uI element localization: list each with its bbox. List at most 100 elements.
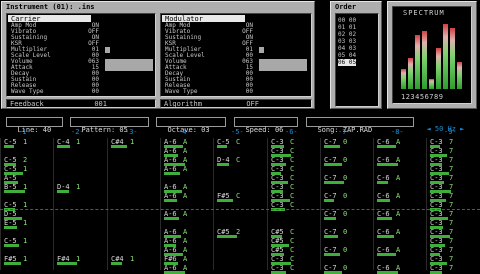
pattern-row[interactable]: D-4 C (214, 156, 266, 166)
instrument-cell[interactable]: A (396, 228, 400, 236)
pattern-row[interactable]: C-3 7 (427, 183, 479, 193)
pattern-row[interactable] (54, 264, 106, 273)
speed-control[interactable]: Speed: 06 (234, 117, 298, 134)
order-row[interactable]: 01 01 (338, 24, 356, 31)
channel-column[interactable]: C#4 1 C#4 1 (107, 138, 160, 270)
order-row[interactable]: 04 03 (338, 45, 356, 52)
pattern-row[interactable]: A-6 A (161, 147, 213, 157)
pattern-row[interactable]: C-3 7 (427, 165, 479, 175)
pattern-row[interactable]: D-4 1 (54, 183, 106, 193)
pattern-row[interactable]: B-5 1 (1, 183, 53, 193)
pattern-row[interactable] (108, 174, 160, 183)
pattern-row[interactable]: A-6 A (161, 264, 213, 274)
pattern-row[interactable]: C-5 1 (1, 138, 53, 148)
pattern-row[interactable] (214, 264, 266, 273)
pattern-row[interactable]: C#5 C (268, 246, 320, 256)
instrument-cell[interactable]: 0 (343, 156, 347, 164)
instrument-cell[interactable]: C (290, 174, 294, 182)
algorithm-value[interactable]: OFF (237, 100, 259, 108)
pattern-row[interactable] (214, 246, 266, 255)
pattern-row[interactable] (1, 264, 53, 273)
instrument-cell[interactable]: 7 (449, 210, 453, 218)
algorithm-row[interactable]: Algorithm OFF (160, 99, 312, 108)
pattern-row[interactable] (161, 219, 213, 228)
channel-column[interactable]: C-3 7 C-3 7 C-3 7 C-3 7 C-3 7 C-3 7 C-3 7 C-3 7 C-3 7 C-3 7… (426, 138, 479, 274)
channel-column[interactable]: C-7 0 C-7 0 C-7 0 C-7 0 C-7 0 C-7 0 C-7 0 C-7 0 (320, 138, 373, 274)
pattern-row[interactable]: A-6 A (161, 138, 213, 148)
instrument-cell[interactable]: A (183, 192, 187, 200)
pattern-row[interactable]: C-5 1 (1, 165, 53, 175)
pattern-row[interactable] (54, 228, 106, 237)
instrument-cell[interactable]: 7 (449, 264, 453, 272)
instrument-cell[interactable]: 0 (343, 210, 347, 218)
instrument-cell[interactable]: 1 (23, 219, 27, 227)
song-control[interactable]: Song: ZAP.RAD (306, 117, 414, 134)
pattern-row[interactable] (374, 219, 426, 228)
instrument-cell[interactable]: 1 (23, 165, 27, 173)
pattern-row[interactable] (214, 210, 266, 219)
instrument-cell[interactable]: C (290, 264, 294, 272)
pattern-row[interactable] (214, 174, 266, 183)
instrument-cell[interactable]: C (290, 156, 294, 164)
instrument-cell[interactable]: A (183, 165, 187, 173)
pattern-row[interactable]: F#6 A (161, 255, 213, 265)
instrument-cell[interactable]: 7 (449, 246, 453, 254)
pattern-row[interactable]: C-3 C (268, 138, 320, 148)
instrument-cell[interactable]: A (183, 138, 187, 146)
carrier-param-value[interactable]: 00 (79, 89, 99, 95)
order-row[interactable]: 03 03 (338, 38, 356, 45)
instrument-cell[interactable]: C (290, 183, 294, 191)
pattern-row[interactable] (374, 255, 426, 264)
instrument-cell[interactable]: A (183, 228, 187, 236)
pattern-row[interactable]: C#5 C (268, 237, 320, 247)
pattern-row[interactable] (161, 174, 213, 183)
pattern-control[interactable]: Pattern: 05 (70, 117, 149, 134)
instrument-cell[interactable]: A (396, 192, 400, 200)
pattern-row[interactable]: A-6 A (161, 192, 213, 202)
pattern-row[interactable] (374, 183, 426, 192)
instrument-cell[interactable]: 1 (130, 255, 134, 263)
order-row[interactable]: 06 05 (338, 59, 357, 66)
pattern-row[interactable]: C-4 1 (54, 138, 106, 148)
pattern-row[interactable] (108, 228, 160, 237)
order-pattern[interactable]: 05 (349, 59, 356, 66)
pattern-row[interactable] (268, 210, 320, 219)
channel-column[interactable]: C-5 1 C-5 2 C-5 1 A-5 B-5 1 C-5 1 D-5 E-5 1 C-5 1 F#5 1 (0, 138, 53, 270)
pattern-row[interactable]: E-5 1 (1, 219, 53, 229)
instrument-cell[interactable]: A (396, 174, 400, 182)
pattern-row[interactable] (321, 165, 373, 174)
order-row[interactable]: 05 04 (338, 52, 356, 59)
pattern-row[interactable]: F#4 1 (54, 255, 106, 265)
pattern-row[interactable]: C-7 0 (321, 174, 373, 184)
pattern-row[interactable]: C-3 C (268, 255, 320, 265)
instrument-cell[interactable]: A (183, 237, 187, 245)
instrument-cell[interactable]: 7 (449, 192, 453, 200)
pattern-row[interactable] (374, 147, 426, 156)
pattern-row[interactable]: C-3 C (268, 156, 320, 166)
pattern-row[interactable]: C-3 C (268, 183, 320, 193)
instrument-cell[interactable]: 7 (449, 138, 453, 146)
instrument-cell[interactable]: 0 (343, 246, 347, 254)
instrument-cell[interactable]: 7 (449, 147, 453, 155)
pattern-row[interactable]: A-6 A (161, 228, 213, 238)
instrument-cell[interactable]: 1 (23, 201, 27, 209)
pattern-row[interactable]: C-6 A (374, 174, 426, 184)
instrument-cell[interactable]: A (396, 210, 400, 218)
instrument-cell[interactable]: C (236, 156, 240, 164)
order-pattern[interactable]: 03 (349, 45, 356, 52)
instrument-cell[interactable]: 7 (449, 219, 453, 227)
instrument-cell[interactable]: 1 (76, 183, 80, 191)
pattern-row[interactable]: C-3 7 (427, 174, 479, 184)
pattern-row[interactable] (214, 255, 266, 264)
feedback-value[interactable]: 001 (85, 100, 107, 108)
pattern-row[interactable]: C-6 A (374, 138, 426, 148)
pattern-row[interactable] (108, 192, 160, 201)
instrument-cell[interactable]: C (290, 192, 294, 200)
pattern-row[interactable] (108, 156, 160, 165)
instrument-cell[interactable]: C (290, 138, 294, 146)
pattern-row[interactable]: C-3 C (268, 165, 320, 175)
instrument-cell[interactable]: A (183, 210, 187, 218)
modulator-param-value[interactable]: 00 (233, 89, 253, 95)
pattern-row[interactable] (374, 237, 426, 246)
pattern-row[interactable]: C-6 A (374, 192, 426, 202)
